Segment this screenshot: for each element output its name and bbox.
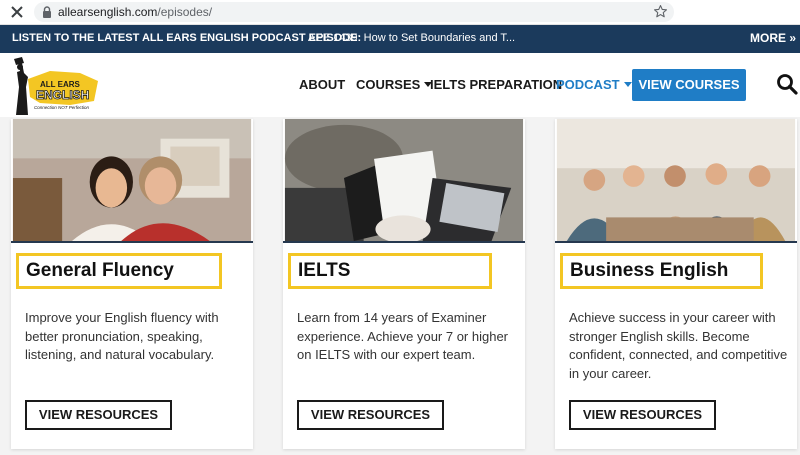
nav-courses[interactable]: COURSES: [356, 77, 433, 92]
more-link[interactable]: MORE »: [750, 31, 796, 45]
card-title[interactable]: Business English: [570, 260, 728, 281]
url-path: /episodes/: [157, 5, 213, 19]
site-header: ALL EARS ENGLISH Connection NOT Perfecti…: [0, 53, 800, 117]
close-icon[interactable]: [8, 3, 26, 21]
nav-about[interactable]: ABOUT: [299, 77, 345, 92]
nav-courses-label: COURSES: [356, 77, 421, 92]
lock-icon: [43, 6, 51, 18]
card-description: Learn from 14 years of Examiner experien…: [297, 310, 509, 362]
nav-podcast-label: PODCAST: [556, 77, 620, 92]
nav-podcast[interactable]: PODCAST: [556, 77, 632, 92]
url-text: allearsenglish.com/episodes/: [58, 5, 212, 19]
browser-toolbar: allearsenglish.com/episodes/: [0, 0, 800, 25]
nav-ielts-preparation[interactable]: IELTS PREPARATION: [430, 77, 562, 92]
all-ears-english-logo[interactable]: ALL EARS ENGLISH Connection NOT Perfecti…: [10, 57, 100, 115]
card-business-english: Business English Achieve success in your…: [555, 119, 797, 449]
view-resources-button[interactable]: VIEW RESOURCES: [25, 400, 172, 430]
card-title-box: Business English: [560, 253, 763, 289]
view-courses-button[interactable]: VIEW COURSES: [632, 69, 746, 101]
card-description: Achieve success in your career with stro…: [569, 310, 788, 381]
business-english-photo: [555, 119, 797, 243]
card-general-fluency: General Fluency Improve your English flu…: [11, 119, 253, 449]
ielts-photo: [283, 119, 525, 243]
star-icon[interactable]: [653, 4, 668, 19]
chevron-down-icon: [623, 82, 632, 87]
announcement-bar: LISTEN TO THE LATEST ALL EARS ENGLISH PO…: [0, 25, 800, 53]
address-bar[interactable]: allearsenglish.com/episodes/: [34, 2, 674, 22]
search-icon[interactable]: [776, 73, 798, 95]
view-resources-button[interactable]: VIEW RESOURCES: [297, 400, 444, 430]
logo-tagline: Connection NOT Perfection: [34, 105, 90, 110]
card-title-box: General Fluency: [16, 253, 222, 289]
latest-episode-link[interactable]: AEE 1439: How to Set Boundaries and T...: [308, 32, 515, 44]
card-title-box: IELTS: [288, 253, 492, 289]
card-ielts: IELTS Learn from 14 years of Examiner ex…: [283, 119, 525, 449]
general-fluency-photo: [11, 119, 253, 243]
url-domain: allearsenglish.com: [58, 5, 158, 19]
logo-line2: ENGLISH: [36, 88, 89, 102]
card-title[interactable]: General Fluency: [26, 260, 174, 281]
card-description: Improve your English fluency with better…: [25, 310, 219, 362]
card-title[interactable]: IELTS: [298, 260, 350, 281]
view-resources-button[interactable]: VIEW RESOURCES: [569, 400, 716, 430]
